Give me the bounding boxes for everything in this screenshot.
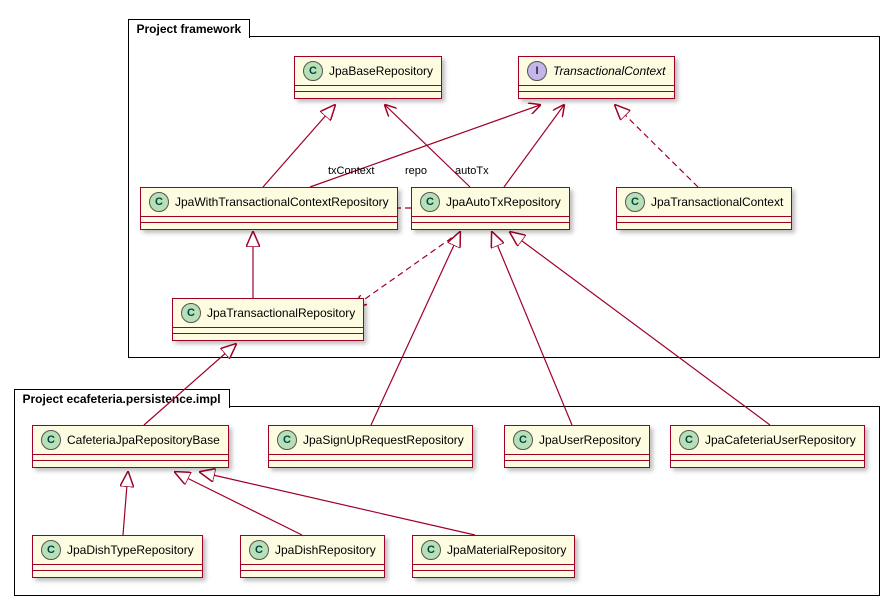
class-name: JpaWithTransactionalContextRepository (175, 195, 389, 209)
class-stereotype-icon: C (625, 192, 645, 212)
class-jpaautotxrepository: C JpaAutoTxRepository (411, 187, 570, 230)
class-jpamaterialrepository: C JpaMaterialRepository (412, 535, 575, 578)
class-name: JpaCafeteriaUserRepository (705, 433, 856, 447)
package-framework-tab: Project framework (128, 19, 251, 38)
interface-stereotype-icon: I (527, 61, 547, 81)
class-name: JpaDishRepository (275, 543, 376, 557)
class-transactionalcontext: I TransactionalContext (518, 56, 675, 99)
class-name: JpaMaterialRepository (447, 543, 566, 557)
edge-label-autotx: autoTx (455, 165, 489, 177)
class-jpacafeteriauserrepository: C JpaCafeteriaUserRepository (670, 425, 865, 468)
class-stereotype-icon: C (277, 430, 297, 450)
edge-label-repo: repo (405, 165, 427, 177)
class-name: JpaDishTypeRepository (67, 543, 194, 557)
class-stereotype-icon: C (513, 430, 533, 450)
class-jpasignuprequestrepository: C JpaSignUpRequestRepository (268, 425, 473, 468)
class-jpabaserepository: C JpaBaseRepository (294, 56, 442, 99)
class-stereotype-icon: C (41, 540, 61, 560)
class-jpawithtransactionalcontextrepository: C JpaWithTransactionalContextRepository (140, 187, 398, 230)
class-jpatransactionalcontext: C JpaTransactionalContext (616, 187, 792, 230)
class-stereotype-icon: C (421, 540, 441, 560)
class-jpatransactionalrepository: C JpaTransactionalRepository (172, 298, 364, 341)
class-name: TransactionalContext (553, 64, 666, 78)
edge-label-txcontext: txContext (328, 165, 374, 177)
class-jpauserrepository: C JpaUserRepository (504, 425, 650, 468)
class-jpadishrepository: C JpaDishRepository (240, 535, 385, 578)
class-cafeteriajparepositorybase: C CafeteriaJpaRepositoryBase (32, 425, 229, 468)
class-name: JpaBaseRepository (329, 64, 433, 78)
class-stereotype-icon: C (149, 192, 169, 212)
class-stereotype-icon: C (181, 303, 201, 323)
class-name: JpaTransactionalRepository (207, 306, 355, 320)
class-stereotype-icon: C (41, 430, 61, 450)
class-name: JpaTransactionalContext (651, 195, 783, 209)
class-jpadishtyperepository: C JpaDishTypeRepository (32, 535, 203, 578)
package-impl-tab: Project ecafeteria.persistence.impl (14, 389, 230, 408)
class-stereotype-icon: C (420, 192, 440, 212)
class-stereotype-icon: C (249, 540, 269, 560)
class-name: JpaUserRepository (539, 433, 641, 447)
class-stereotype-icon: C (303, 61, 323, 81)
class-name: JpaSignUpRequestRepository (303, 433, 464, 447)
class-name: CafeteriaJpaRepositoryBase (67, 433, 220, 447)
class-stereotype-icon: C (679, 430, 699, 450)
class-name: JpaAutoTxRepository (446, 195, 561, 209)
